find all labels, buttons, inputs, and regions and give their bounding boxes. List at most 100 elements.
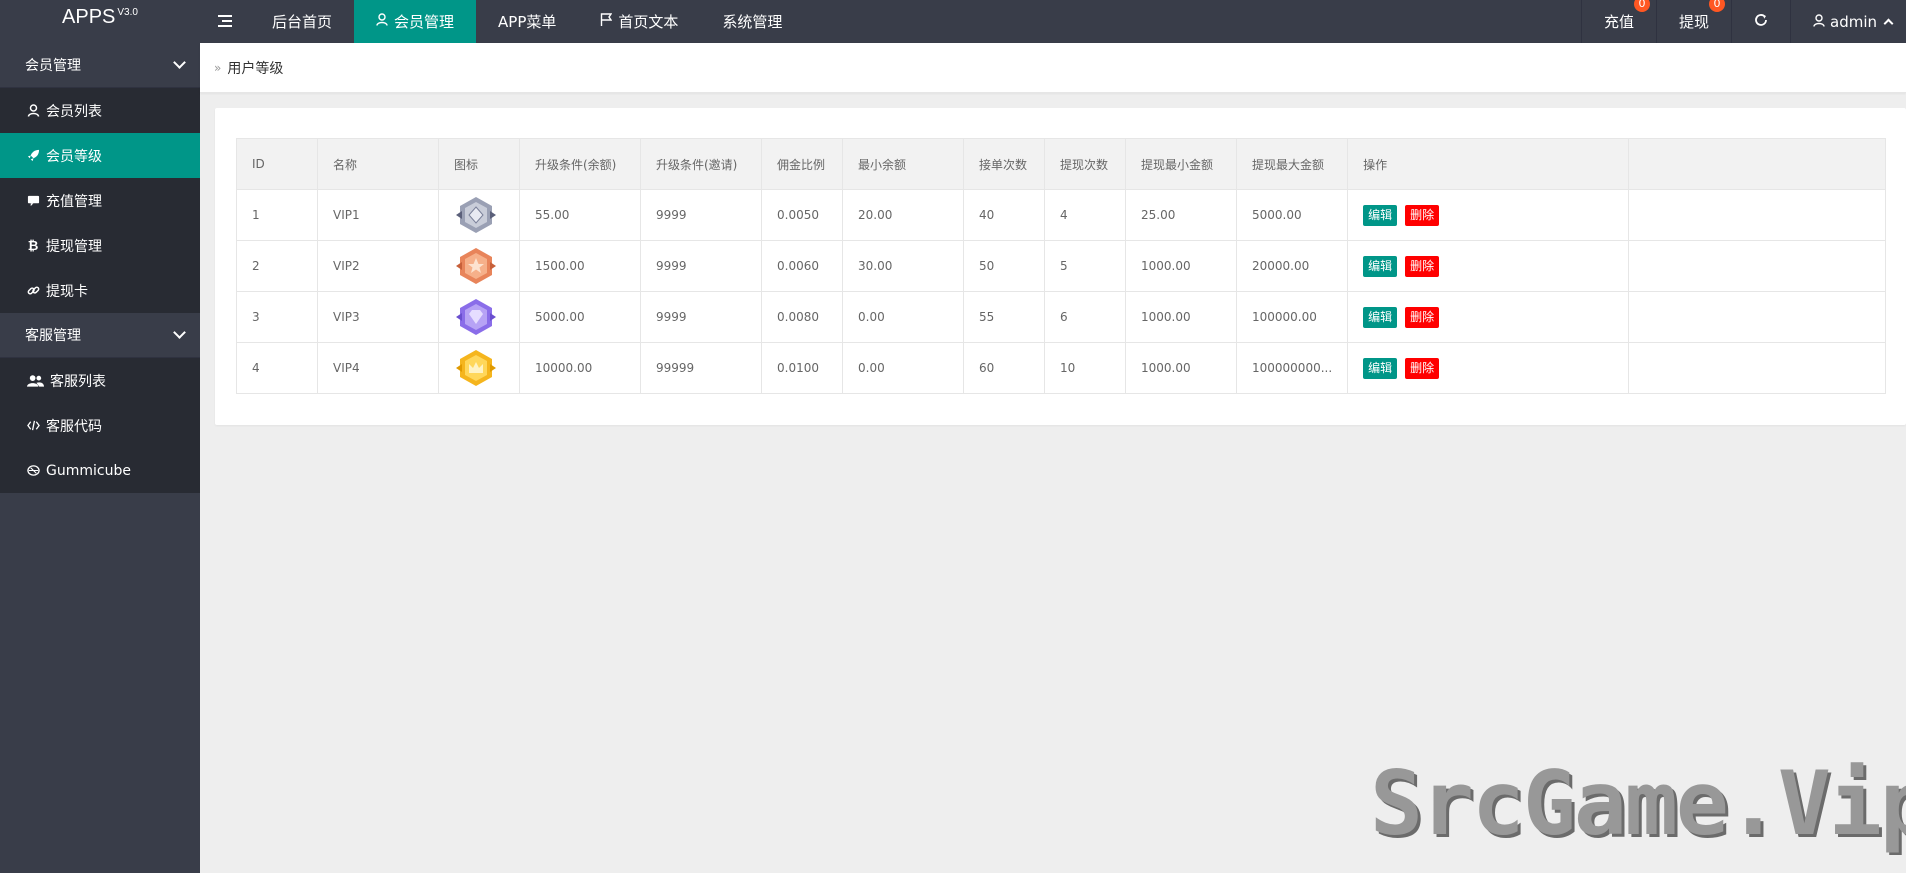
refresh-button[interactable]	[1731, 0, 1790, 43]
table-row: 3 VIP3 5000.00 9999 0.0080 0.00 55 6 1000.00 1000…	[236, 291, 1886, 343]
table-row: 4 VIP4 10000.00 99999 0.0100 0.00 60 10 1000.00 1…	[236, 342, 1886, 394]
sidebar: 会员管理 会员列表 会员等级 充值管理 ₿ 提现管理 提现卡 客服管理 客服列表…	[0, 43, 200, 873]
top-right-actions: 充值 0 提现 0 admin	[1580, 0, 1906, 43]
sidebar-item-label: 客服列表	[50, 373, 106, 390]
link-icon	[26, 283, 40, 298]
sidebar-group-service[interactable]: 客服管理	[0, 313, 200, 358]
user-icon	[26, 103, 40, 118]
cell-name: VIP1	[317, 189, 439, 241]
breadcrumb: » 用户等级	[200, 43, 1906, 93]
cell-actions: 编辑 删除	[1347, 291, 1630, 343]
flag-icon	[600, 13, 613, 30]
cell-withdraw-count: 10	[1044, 342, 1126, 394]
nav-app-menu[interactable]: APP菜单	[476, 0, 578, 43]
sidebar-item-label: 客服代码	[46, 418, 102, 435]
table-row: 2 VIP2 1500.00 9999 0.0060 30.00 50 5 1000.00 200…	[236, 240, 1886, 292]
cell-upgrade-balance: 5000.00	[519, 291, 641, 343]
cell-upgrade-invite: 9999	[640, 240, 762, 292]
withdraw-button[interactable]: 提现 0	[1655, 0, 1731, 43]
chevron-down-icon	[173, 326, 186, 339]
cell-icon	[438, 342, 520, 394]
sidebar-item-label: 会员列表	[46, 103, 102, 120]
edit-button[interactable]: 编辑	[1363, 357, 1398, 379]
gold-medal-icon	[456, 350, 496, 386]
app-version: V3.0	[117, 7, 138, 18]
top-bar: APPS V3.0 后台首页 会员管理 APP菜单 首页文本 系统管理 充值 0 …	[0, 0, 1906, 43]
col-header-upgrade-balance: 升级条件(余额)	[519, 138, 641, 190]
menu-toggle-icon	[218, 13, 232, 31]
withdraw-label: 提现	[1678, 13, 1709, 31]
sidebar-item-label: 会员等级	[46, 148, 102, 165]
cell-name: VIP2	[317, 240, 439, 292]
nav-system-management[interactable]: 系统管理	[700, 0, 804, 43]
edit-button[interactable]: 编辑	[1363, 204, 1398, 226]
sidebar-item-gummicube[interactable]: Gummicube	[0, 448, 200, 493]
sidebar-item-label: 充值管理	[46, 193, 102, 210]
menu-toggle-button[interactable]	[200, 0, 250, 43]
sidebar-item-label: 提现卡	[46, 283, 88, 300]
cell-min-balance: 0.00	[842, 291, 964, 343]
sidebar-item-label: Gummicube	[46, 462, 131, 479]
cell-name: VIP4	[317, 342, 439, 394]
nav-app-menu-label: APP菜单	[498, 13, 557, 31]
cell-upgrade-invite: 9999	[640, 189, 762, 241]
recharge-button[interactable]: 充值 0	[1580, 0, 1656, 43]
cell-id: 4	[236, 342, 318, 394]
user-icon	[376, 13, 388, 30]
edit-button[interactable]: 编辑	[1363, 306, 1398, 328]
cell-filler	[1628, 189, 1886, 241]
col-header-id: ID	[236, 138, 318, 190]
edit-button[interactable]: 编辑	[1363, 255, 1398, 277]
cell-name: VIP3	[317, 291, 439, 343]
code-icon	[26, 418, 40, 433]
cell-withdraw-max: 20000.00	[1235, 240, 1349, 292]
nav-home-text[interactable]: 首页文本	[578, 0, 700, 43]
nav-home[interactable]: 后台首页	[250, 0, 354, 43]
sidebar-item-member-level[interactable]: 会员等级	[0, 133, 200, 178]
col-header-upgrade-invite: 升级条件(邀请)	[640, 138, 762, 190]
cell-icon	[438, 240, 520, 292]
comment-icon	[26, 193, 40, 208]
col-header-withdraw-count: 提现次数	[1044, 138, 1126, 190]
delete-button[interactable]: 删除	[1405, 255, 1440, 277]
delete-button[interactable]: 删除	[1405, 204, 1440, 226]
cell-commission-rate: 0.0080	[761, 291, 843, 343]
table-header-row: ID 名称 图标 升级条件(余额) 升级条件(邀请) 佣金比例 最小余额 接单次…	[236, 138, 1886, 190]
cell-actions: 编辑 删除	[1347, 189, 1630, 241]
app-name: APPS	[62, 6, 116, 28]
sidebar-group-member[interactable]: 会员管理	[0, 43, 200, 88]
app-logo[interactable]: APPS V3.0	[0, 0, 200, 43]
cell-upgrade-invite: 99999	[640, 342, 762, 394]
sidebar-group-member-label: 会员管理	[25, 58, 81, 74]
sidebar-item-service-list[interactable]: 客服列表	[0, 358, 200, 403]
cell-commission-rate: 0.0050	[761, 189, 843, 241]
cell-commission-rate: 0.0060	[761, 240, 843, 292]
sidebar-item-withdraw[interactable]: ₿ 提现管理	[0, 223, 200, 268]
sidebar-item-withdraw-card[interactable]: 提现卡	[0, 268, 200, 313]
double-chevron-right-icon: »	[214, 60, 222, 75]
cell-icon	[438, 189, 520, 241]
rocket-icon	[26, 148, 40, 163]
bitcoin-icon: ₿	[27, 238, 39, 254]
cell-icon	[438, 291, 520, 343]
cell-withdraw-min: 1000.00	[1125, 240, 1237, 292]
sidebar-item-recharge[interactable]: 充值管理	[0, 178, 200, 223]
cell-withdraw-count: 4	[1044, 189, 1126, 241]
cell-actions: 编辑 删除	[1347, 342, 1630, 394]
col-header-filler	[1628, 138, 1886, 190]
cell-withdraw-max: 100000000...	[1235, 342, 1349, 394]
nav-member-management[interactable]: 会员管理	[354, 0, 477, 43]
delete-button[interactable]: 删除	[1405, 357, 1440, 379]
col-header-order-count: 接单次数	[963, 138, 1045, 190]
user-menu[interactable]: admin	[1790, 0, 1906, 43]
cell-withdraw-min: 1000.00	[1125, 291, 1237, 343]
cell-withdraw-count: 5	[1044, 240, 1126, 292]
cell-filler	[1628, 342, 1886, 394]
cell-order-count: 55	[963, 291, 1045, 343]
sidebar-item-member-list[interactable]: 会员列表	[0, 88, 200, 133]
col-header-icon: 图标	[438, 138, 520, 190]
delete-button[interactable]: 删除	[1405, 306, 1440, 328]
sidebar-item-service-code[interactable]: 客服代码	[0, 403, 200, 448]
cell-commission-rate: 0.0100	[761, 342, 843, 394]
content-card: ID 名称 图标 升级条件(余额) 升级条件(邀请) 佣金比例 最小余额 接单次…	[215, 108, 1906, 425]
